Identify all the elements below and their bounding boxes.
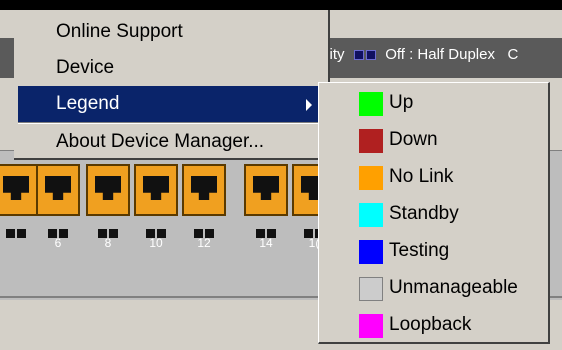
ethernet-port-icon [36, 164, 80, 216]
legend-item-standby[interactable]: Standby [319, 196, 549, 232]
legend-item-label: No Link [389, 166, 454, 187]
context-menu: Online Support Device Legend About Devic… [14, 10, 330, 160]
menu-item-label: About Device Manager... [56, 131, 265, 152]
legend-item-label: Unmanageable [389, 277, 518, 298]
menu-item-label: Online Support [56, 21, 183, 42]
color-swatch-icon [359, 277, 383, 301]
led-indicator-icon [365, 50, 376, 61]
port[interactable]: 8 [86, 164, 130, 250]
ethernet-port-icon [134, 164, 178, 216]
ethernet-port-icon [0, 164, 38, 216]
status-strip-text: vity Off : Half Duplex C [322, 46, 518, 63]
port[interactable]: 12 [182, 164, 226, 250]
port-number: 14 [259, 236, 273, 250]
color-swatch-icon [359, 166, 383, 190]
led-indicator-icon [353, 50, 364, 61]
submenu-arrow-icon [306, 99, 312, 111]
port[interactable]: 6 [36, 164, 80, 250]
port[interactable]: 14 [244, 164, 288, 250]
menu-item-label: Device [56, 57, 115, 78]
port[interactable] [0, 164, 38, 238]
legend-item-label: Loopback [389, 314, 472, 335]
color-swatch-icon [359, 92, 383, 116]
legend-item-testing[interactable]: Testing [319, 233, 549, 269]
ethernet-port-icon [182, 164, 226, 216]
port-number: 10 [149, 236, 163, 250]
port-number: 8 [104, 236, 112, 250]
legend-submenu: Up Down No Link Standby Testing Unmanage… [318, 82, 550, 344]
legend-item-label: Down [389, 129, 438, 150]
legend-item-down[interactable]: Down [319, 122, 549, 158]
menu-item-label: Legend [56, 93, 120, 114]
legend-item-loopback[interactable]: Loopback [319, 307, 549, 343]
port[interactable]: 10 [134, 164, 178, 250]
port-number: 6 [54, 236, 62, 250]
status-strip-text-2: Off : Half Duplex [385, 46, 495, 63]
legend-item-up[interactable]: Up [319, 85, 549, 121]
color-swatch-icon [359, 129, 383, 153]
menu-item-device[interactable]: Device [18, 50, 324, 86]
ethernet-port-icon [86, 164, 130, 216]
color-swatch-icon [359, 240, 383, 264]
legend-item-unmanageable[interactable]: Unmanageable [319, 270, 549, 306]
status-strip-text-3: C [507, 46, 519, 63]
ethernet-port-icon [244, 164, 288, 216]
legend-item-no-link[interactable]: No Link [319, 159, 549, 195]
menu-item-legend[interactable]: Legend [18, 86, 324, 122]
menu-item-about[interactable]: About Device Manager... [18, 124, 324, 160]
color-swatch-icon [359, 314, 383, 338]
menu-item-online-support[interactable]: Online Support [18, 14, 324, 50]
port-number: 12 [197, 236, 211, 250]
legend-item-label: Standby [389, 203, 459, 224]
legend-item-label: Testing [389, 240, 450, 261]
window-top-edge [0, 0, 562, 10]
legend-item-label: Up [389, 92, 414, 113]
color-swatch-icon [359, 203, 383, 227]
